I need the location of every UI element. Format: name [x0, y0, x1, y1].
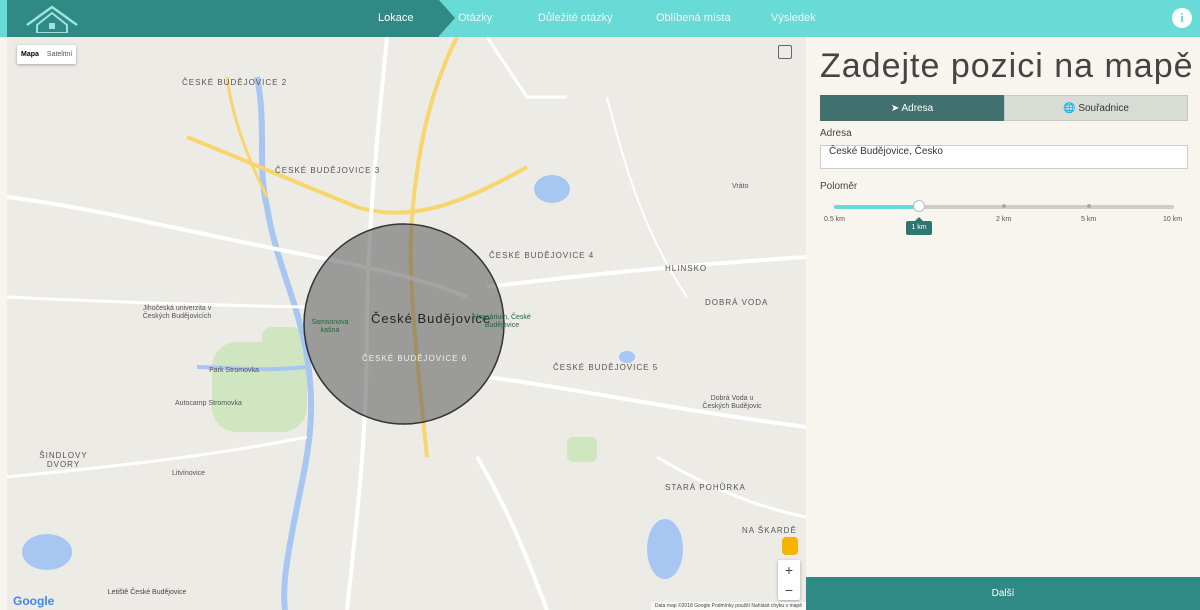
radius-slider-handle[interactable]: [913, 200, 925, 212]
radius-tick-label: 5 km: [1081, 216, 1097, 223]
map-label-cb5: ČESKÉ BUDĚJOVICE 5: [553, 363, 659, 372]
map-label-samsonova: Samsonova kašna: [311, 319, 349, 334]
radius-tick-label: 0.5 km: [824, 216, 846, 223]
fullscreen-icon[interactable]: [778, 45, 792, 59]
radius-tick-label: 10 km: [1163, 216, 1183, 223]
map-label-stara-pohurka: STARÁ POHŮRKA: [665, 483, 746, 492]
radius-slider-fill: [834, 205, 919, 209]
radius-slider[interactable]: [834, 200, 1174, 212]
google-logo: Google: [13, 594, 55, 608]
location-panel: Zadejte pozici na mapě ➤ Adresa 🌐 Souřad…: [806, 37, 1200, 610]
map-label-cb3: ČESKÉ BUDĚJOVICE 3: [275, 166, 381, 175]
globe-icon: 🌐: [1063, 103, 1076, 114]
radius-label: Poloměr: [820, 181, 858, 192]
tab-adresa[interactable]: ➤ Adresa: [820, 95, 1004, 121]
nav-left-band: [7, 0, 352, 37]
zoom-out-button[interactable]: −: [778, 580, 800, 600]
info-button[interactable]: i: [1172, 8, 1192, 28]
radius-value-tooltip: 1 km: [906, 217, 932, 235]
map-label-dobra-voda-ucb: Dobrá Voda u Českých Budějovic: [702, 395, 762, 410]
map-label-sindlovy-dvory: ŠINDLOVY DVORY: [39, 451, 88, 469]
step-lokace[interactable]: Lokace: [352, 0, 457, 37]
top-navigation-bar: Lokace Otázky Důležité otázky Oblíbená m…: [0, 0, 1200, 37]
map-label-vrato: Vráto: [732, 183, 749, 190]
radius-tick-2km: [1002, 204, 1006, 208]
map-label-hopsarium: Hopsárium, České Budějovice: [473, 314, 531, 329]
map-label-dobra-voda: DOBRÁ VODA: [705, 298, 769, 307]
address-label: Adresa: [820, 128, 852, 139]
address-input[interactable]: České Budějovice, Česko: [820, 145, 1188, 169]
house-logo-icon[interactable]: [25, 3, 79, 33]
map-label-litvinovice: Litvínovice: [172, 470, 206, 477]
zoom-in-button[interactable]: +: [778, 560, 800, 580]
map-label-cb2: ČESKÉ BUDĚJOVICE 2: [182, 78, 288, 87]
map-label-hlinsko: HLINSKO: [665, 264, 708, 273]
street-view-pegman-icon[interactable]: [782, 537, 798, 555]
map-label-cb4: ČESKÉ BUDĚJOVICE 4: [489, 251, 595, 260]
tab-souradnice[interactable]: 🌐 Souřadnice: [1004, 95, 1188, 121]
location-arrow-icon: ➤: [890, 103, 900, 114]
map-label-cb6: ČESKÉ BUDĚJOVICE 6: [362, 354, 468, 363]
map-view[interactable]: ČESKÉ BUDĚJOVICE 2 ČESKÉ BUDĚJOVICE 3 ČE…: [7, 37, 806, 610]
step-dulezite-otazky[interactable]: Důležité otázky: [538, 0, 613, 37]
map-type-control: Mapa Satelitní: [17, 45, 77, 64]
step-oblibena-mista[interactable]: Oblíbená místa: [656, 0, 731, 37]
radius-tick-label: 2 km: [996, 216, 1012, 223]
tab-souradnice-label: Souřadnice: [1078, 103, 1129, 114]
map-type-mapa[interactable]: Mapa: [17, 45, 43, 64]
map-attribution[interactable]: Data map ©2018 Google Podmínky použití N…: [650, 602, 806, 610]
map-label-na-skarde: NA ŠKARDĚ: [742, 526, 797, 535]
map-label-jcu: Jihočeská univerzita v Českých Budějovic…: [142, 305, 212, 320]
tab-adresa-label: Adresa: [901, 103, 934, 114]
map-type-satelitni[interactable]: Satelitní: [43, 45, 76, 64]
page-title: Zadejte pozici na mapě: [820, 47, 1194, 85]
map-label-letiste: Letiště České Budějovice: [107, 589, 187, 596]
next-button[interactable]: Další: [806, 577, 1200, 610]
radius-tick-5km: [1087, 204, 1091, 208]
location-mode-tabs: ➤ Adresa 🌐 Souřadnice: [820, 95, 1188, 121]
step-otazky[interactable]: Otázky: [458, 0, 492, 37]
zoom-control: + −: [778, 560, 800, 600]
map-label-park-stromovka: Park Stromovka: [209, 367, 259, 374]
map-label-autocamp: Autocamp Stromovka: [175, 400, 242, 407]
step-vysledek[interactable]: Výsledek: [771, 0, 816, 37]
